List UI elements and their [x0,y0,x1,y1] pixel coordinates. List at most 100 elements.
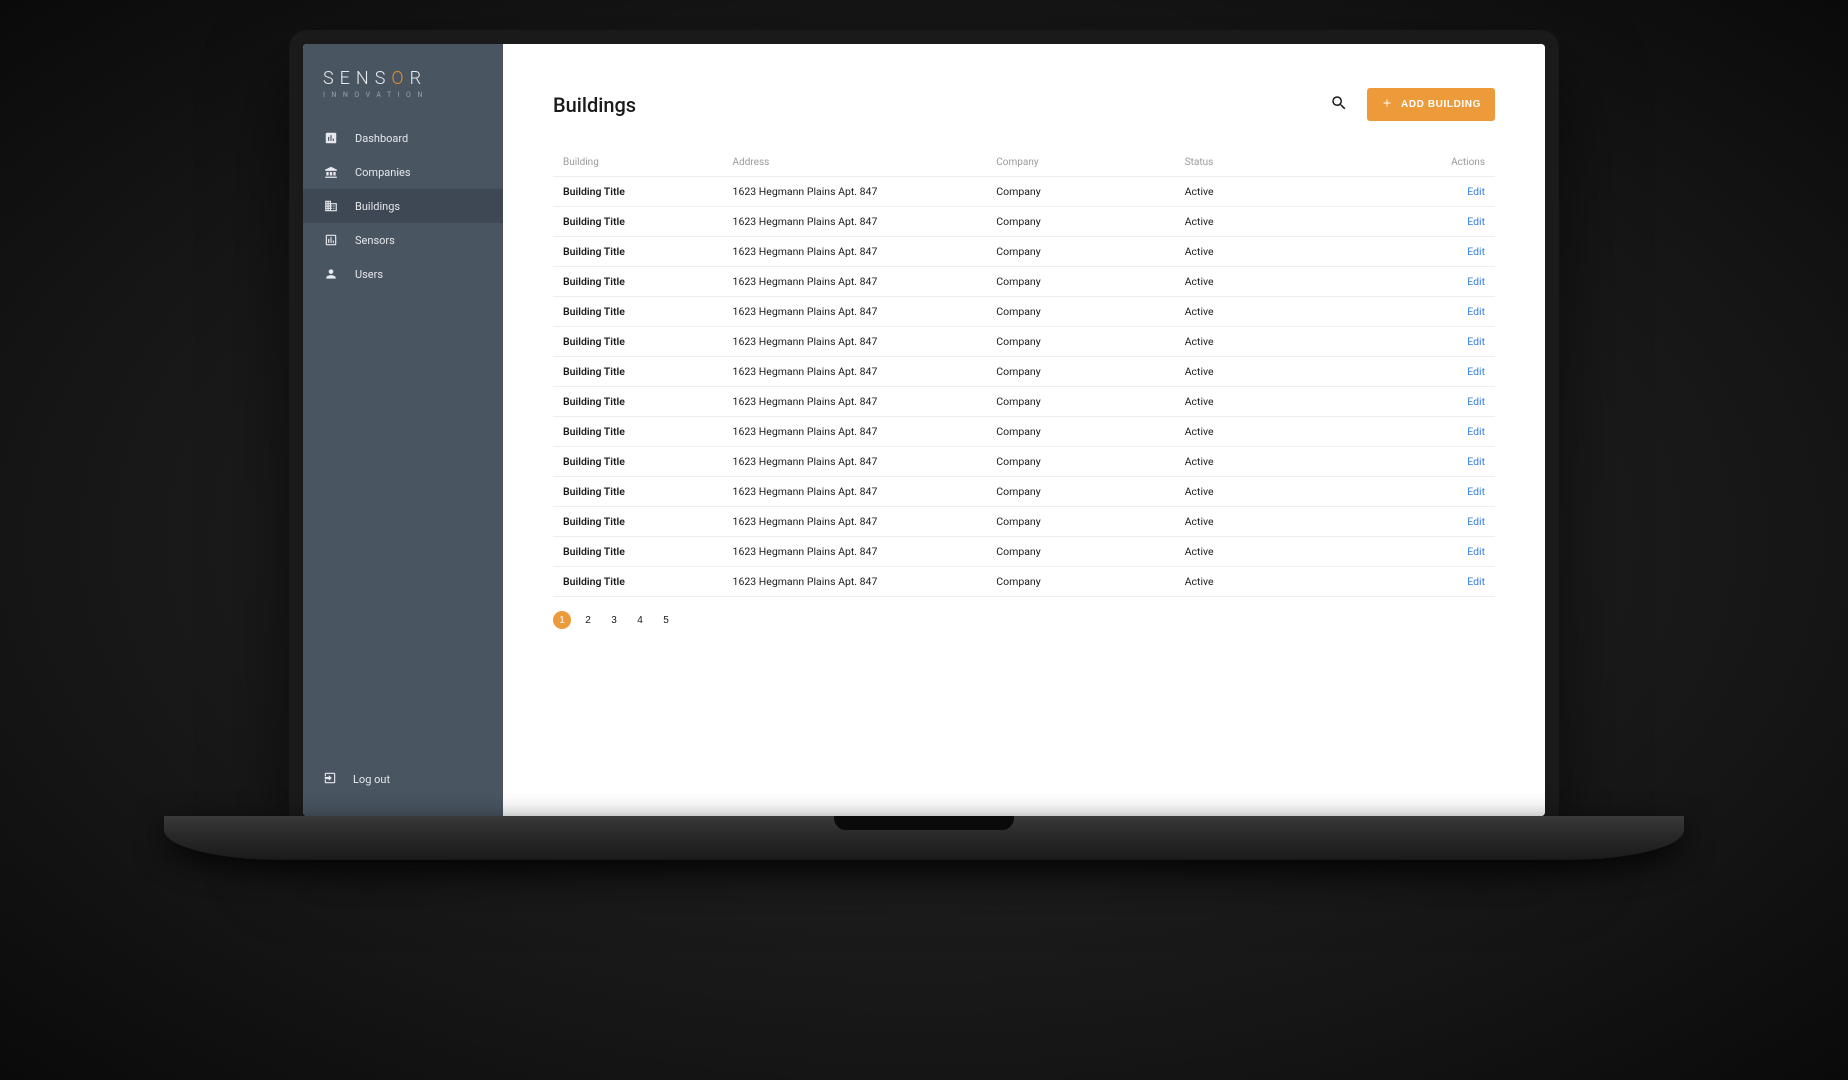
sidebar-item-dashboard[interactable]: Dashboard [303,121,503,155]
table-row[interactable]: Building Title1623 Hegmann Plains Apt. 8… [553,177,1495,207]
cell-building-title: Building Title [553,177,723,207]
sidebar-item-label: Users [355,268,383,281]
cell-address: 1623 Hegmann Plains Apt. 847 [723,417,987,447]
table-row[interactable]: Building Title1623 Hegmann Plains Apt. 8… [553,567,1495,597]
page-3[interactable]: 3 [605,611,623,629]
edit-link[interactable]: Edit [1467,545,1485,558]
table-row[interactable]: Building Title1623 Hegmann Plains Apt. 8… [553,477,1495,507]
table-row[interactable]: Building Title1623 Hegmann Plains Apt. 8… [553,297,1495,327]
brand-main-accent: O [391,68,409,89]
edit-link[interactable]: Edit [1467,515,1485,528]
page-2[interactable]: 2 [579,611,597,629]
brand-main-pre: SENS [323,68,391,89]
table-row[interactable]: Building Title1623 Hegmann Plains Apt. 8… [553,387,1495,417]
cell-company: Company [986,477,1174,507]
logout-button[interactable]: Log out [303,761,503,816]
edit-link[interactable]: Edit [1467,575,1485,588]
edit-link[interactable]: Edit [1467,395,1485,408]
plus-icon [1381,97,1393,112]
cell-company: Company [986,297,1174,327]
col-actions: Actions [1363,149,1495,177]
add-building-button[interactable]: ADD BUILDING [1367,88,1495,121]
page-title: Buildings [553,93,636,117]
sidebar-item-buildings[interactable]: Buildings [303,189,503,223]
table-header-row: Building Address Company Status Actions [553,149,1495,177]
edit-link[interactable]: Edit [1467,425,1485,438]
user-icon [323,266,339,282]
col-building[interactable]: Building [553,149,723,177]
search-button[interactable] [1325,91,1353,119]
edit-link[interactable]: Edit [1467,485,1485,498]
cell-status: Active [1175,237,1363,267]
cell-status: Active [1175,357,1363,387]
edit-link[interactable]: Edit [1467,275,1485,288]
edit-link[interactable]: Edit [1467,185,1485,198]
edit-link[interactable]: Edit [1467,455,1485,468]
sensor-icon [323,232,339,248]
laptop-base [164,816,1684,860]
page-1[interactable]: 1 [553,611,571,629]
bank-icon [323,164,339,180]
col-address[interactable]: Address [723,149,987,177]
edit-link[interactable]: Edit [1467,365,1485,378]
cell-company: Company [986,177,1174,207]
cell-address: 1623 Hegmann Plains Apt. 847 [723,177,987,207]
cell-address: 1623 Hegmann Plains Apt. 847 [723,207,987,237]
table-row[interactable]: Building Title1623 Hegmann Plains Apt. 8… [553,447,1495,477]
laptop-notch [834,816,1014,830]
table-row[interactable]: Building Title1623 Hegmann Plains Apt. 8… [553,237,1495,267]
cell-building-title: Building Title [553,537,723,567]
cell-address: 1623 Hegmann Plains Apt. 847 [723,387,987,417]
cell-address: 1623 Hegmann Plains Apt. 847 [723,537,987,567]
table-row[interactable]: Building Title1623 Hegmann Plains Apt. 8… [553,417,1495,447]
cell-building-title: Building Title [553,327,723,357]
page-header: Buildings ADD BUILDING [553,88,1495,121]
cell-address: 1623 Hegmann Plains Apt. 847 [723,567,987,597]
app-screen: SENSOR INNOVATION Dashboard Companies Buil… [303,44,1545,816]
sidebar: SENSOR INNOVATION Dashboard Companies Buil… [303,44,503,816]
cell-building-title: Building Title [553,417,723,447]
add-building-label: ADD BUILDING [1401,99,1481,110]
table-row[interactable]: Building Title1623 Hegmann Plains Apt. 8… [553,267,1495,297]
cell-building-title: Building Title [553,387,723,417]
col-status[interactable]: Status [1175,149,1363,177]
cell-building-title: Building Title [553,357,723,387]
sidebar-item-companies[interactable]: Companies [303,155,503,189]
col-company[interactable]: Company [986,149,1174,177]
cell-building-title: Building Title [553,237,723,267]
table-row[interactable]: Building Title1623 Hegmann Plains Apt. 8… [553,507,1495,537]
cell-building-title: Building Title [553,447,723,477]
cell-address: 1623 Hegmann Plains Apt. 847 [723,507,987,537]
cell-building-title: Building Title [553,267,723,297]
edit-link[interactable]: Edit [1467,245,1485,258]
brand-logo: SENSOR INNOVATION [303,62,503,121]
cell-address: 1623 Hegmann Plains Apt. 847 [723,357,987,387]
cell-building-title: Building Title [553,567,723,597]
page-4[interactable]: 4 [631,611,649,629]
cell-address: 1623 Hegmann Plains Apt. 847 [723,477,987,507]
table-row[interactable]: Building Title1623 Hegmann Plains Apt. 8… [553,207,1495,237]
edit-link[interactable]: Edit [1467,335,1485,348]
sidebar-item-label: Companies [355,166,411,179]
edit-link[interactable]: Edit [1467,215,1485,228]
cell-status: Active [1175,327,1363,357]
edit-link[interactable]: Edit [1467,305,1485,318]
table-row[interactable]: Building Title1623 Hegmann Plains Apt. 8… [553,537,1495,567]
pagination: 12345 [553,611,1495,629]
cell-status: Active [1175,297,1363,327]
cell-status: Active [1175,387,1363,417]
brand-sub: INNOVATION [323,91,483,99]
cell-company: Company [986,567,1174,597]
table-row[interactable]: Building Title1623 Hegmann Plains Apt. 8… [553,327,1495,357]
table-row[interactable]: Building Title1623 Hegmann Plains Apt. 8… [553,357,1495,387]
cell-address: 1623 Hegmann Plains Apt. 847 [723,237,987,267]
cell-company: Company [986,207,1174,237]
cell-company: Company [986,417,1174,447]
cell-address: 1623 Hegmann Plains Apt. 847 [723,447,987,477]
cell-status: Active [1175,537,1363,567]
cell-building-title: Building Title [553,507,723,537]
cell-building-title: Building Title [553,207,723,237]
sidebar-item-users[interactable]: Users [303,257,503,291]
page-5[interactable]: 5 [657,611,675,629]
sidebar-item-sensors[interactable]: Sensors [303,223,503,257]
